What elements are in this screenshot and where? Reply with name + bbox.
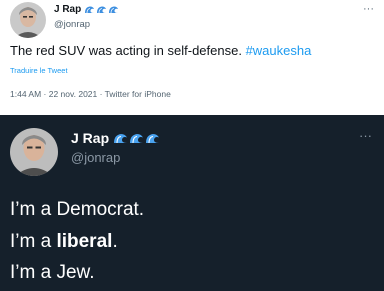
- water-wave-emoji-icon: [109, 6, 119, 14]
- wave-emojis: [113, 132, 160, 144]
- water-wave-emoji-icon: [146, 134, 160, 144]
- water-wave-emoji-icon: [85, 6, 95, 14]
- tweet-timestamp[interactable]: 1:44 AM · 22 nov. 2021 · Twitter for iPh…: [10, 89, 171, 99]
- line2-bold-word: liberal: [56, 231, 113, 252]
- wave-emojis: [84, 5, 119, 14]
- water-wave-emoji-icon: [130, 134, 144, 144]
- dark-tweet-card: J Rap @jonrap ··· I’m a Democrat. I’m a …: [0, 115, 384, 291]
- tweet-text-body: The red SUV was acting in self-defense.: [10, 43, 246, 58]
- tweet-line-1: I’m a Democrat.: [10, 199, 145, 220]
- author-name[interactable]: J Rap: [54, 4, 81, 15]
- translate-tweet-link[interactable]: Traduire le Tweet: [10, 66, 68, 75]
- avatar[interactable]: [10, 128, 58, 176]
- author-name[interactable]: J Rap: [71, 130, 109, 146]
- tweet-text: The red SUV was acting in self-defense. …: [10, 43, 375, 58]
- more-options-icon[interactable]: ···: [359, 128, 372, 143]
- author-name-row: J Rap: [54, 4, 119, 15]
- tweet-line-3: I’m a Jew.: [10, 262, 95, 283]
- water-wave-emoji-icon: [97, 6, 107, 14]
- line2-suffix: .: [112, 231, 118, 252]
- light-tweet-card: J Rap @jonrap ··· The red SUV was acting…: [0, 0, 384, 115]
- water-wave-emoji-icon: [114, 134, 128, 144]
- author-handle[interactable]: @jonrap: [54, 19, 90, 30]
- more-options-icon[interactable]: ···: [363, 3, 374, 15]
- tweet-line-2: I’m a liberal.: [10, 231, 118, 253]
- author-name-row: J Rap: [71, 130, 160, 146]
- line2-prefix: I’m a: [10, 231, 57, 252]
- hashtag-link[interactable]: #waukesha: [246, 43, 312, 58]
- avatar[interactable]: [10, 2, 46, 38]
- author-handle[interactable]: @jonrap: [71, 150, 120, 165]
